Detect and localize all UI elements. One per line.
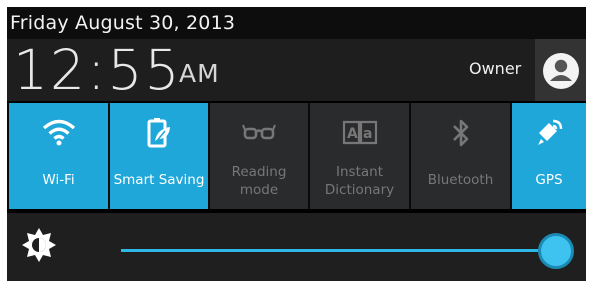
tile-instant-dictionary-label: Instant Dictionary [324, 164, 395, 198]
brightness-icon [22, 228, 56, 262]
wifi-icon [42, 119, 75, 146]
glasses-icon [242, 124, 276, 140]
bluetooth-icon [452, 119, 468, 147]
tile-reading-mode-label: Reading mode [231, 164, 287, 198]
brightness-slider-track[interactable] [121, 249, 561, 252]
clock-row: 12:55 AM Owner [7, 39, 586, 101]
tile-gps-label: GPS [535, 172, 563, 188]
tile-instant-dictionary[interactable]: A a Instant Dictionary [310, 103, 409, 209]
avatar-button[interactable] [535, 39, 586, 101]
tile-bluetooth-label: Bluetooth [427, 172, 494, 188]
brightness-auto-button[interactable] [21, 227, 57, 267]
brightness-row [7, 213, 586, 281]
battery-leaf-icon [147, 118, 170, 148]
quick-toggle-row: Wi-Fi Smart Saving Reading mode A a Inst… [7, 103, 586, 209]
tile-smart-saving-label: Smart Saving [113, 172, 205, 188]
tile-reading-mode[interactable]: Reading mode [210, 103, 308, 209]
dictionary-icon: A a [342, 120, 377, 145]
brightness-slider-thumb[interactable] [538, 233, 574, 269]
svg-text:a: a [363, 126, 372, 142]
tile-wifi[interactable]: Wi-Fi [9, 103, 108, 209]
clock-time: 12:55 [13, 38, 182, 102]
quick-settings-panel: Friday August 30, 2013 12:55 AM Owner Wi… [7, 7, 586, 281]
tile-smart-saving[interactable]: Smart Saving [110, 103, 208, 209]
clock-ampm: AM [179, 59, 220, 88]
tile-bluetooth[interactable]: Bluetooth [411, 103, 510, 209]
svg-text:A: A [347, 126, 358, 142]
tile-gps[interactable]: GPS [512, 103, 586, 209]
user-name[interactable]: Owner [469, 59, 521, 78]
date-header: Friday August 30, 2013 [7, 7, 586, 39]
avatar-icon [543, 53, 579, 89]
gps-icon [538, 119, 563, 145]
tile-wifi-label: Wi-Fi [42, 172, 75, 188]
